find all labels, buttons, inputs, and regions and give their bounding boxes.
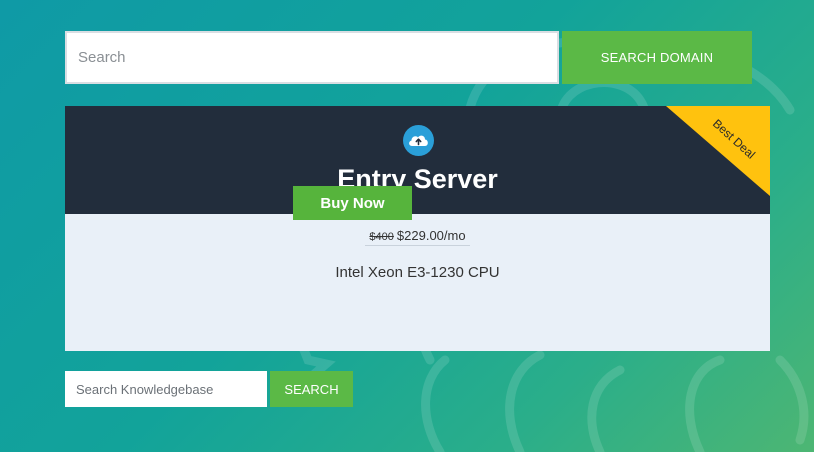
domain-search-form: SEARCH DOMAIN [65, 31, 752, 84]
knowledgebase-search-form: SEARCH [65, 371, 353, 407]
old-price: $400 [369, 231, 394, 243]
knowledgebase-search-input[interactable] [65, 371, 267, 407]
plan-title: Entry Server [337, 164, 498, 194]
pricing-card: Entry Server Best Deal $400 $229.00/mo In… [65, 106, 770, 351]
price-line: $400 $229.00/mo [65, 227, 770, 246]
plan-feature-cpu: Intel Xeon E3-1230 CPU [335, 264, 500, 281]
pricing-card-header: Entry Server Best Deal [65, 106, 770, 214]
current-price: $229.00/mo [396, 228, 466, 243]
pricing-card-body: $400 $229.00/mo Intel Xeon E3-1230 CPU [65, 214, 770, 351]
ribbon-label: Best Deal [709, 116, 759, 162]
search-domain-button[interactable]: SEARCH DOMAIN [562, 31, 752, 84]
knowledgebase-search-button[interactable]: SEARCH [270, 371, 353, 407]
domain-search-input[interactable] [65, 31, 559, 84]
buy-now-button[interactable]: Buy Now [293, 186, 412, 220]
cloud-upload-icon [403, 125, 434, 156]
